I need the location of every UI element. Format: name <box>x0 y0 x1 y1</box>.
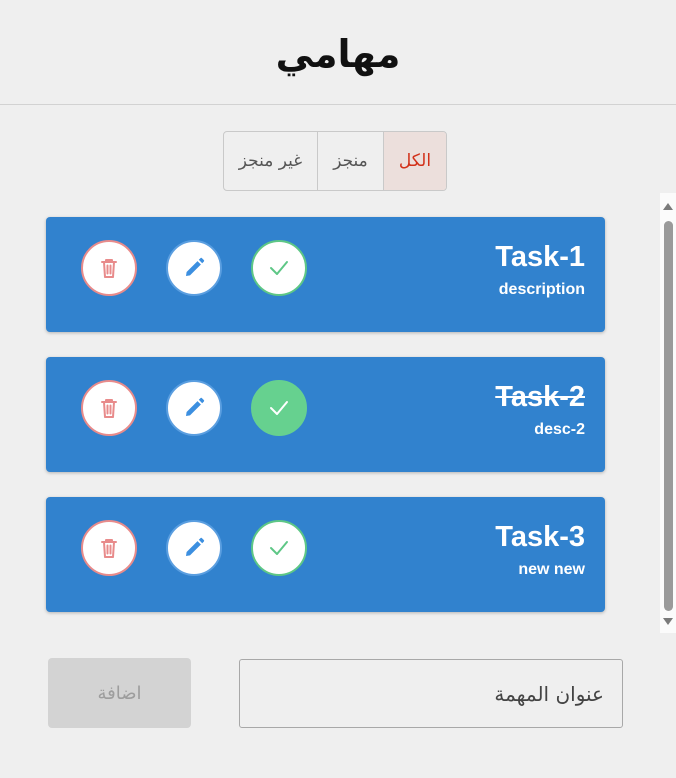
check-icon <box>270 261 288 275</box>
trash-icon <box>101 259 117 278</box>
edit-button[interactable] <box>166 240 222 296</box>
filter-not-done-button[interactable]: غير منجز <box>224 132 318 190</box>
app-header: مهامي <box>0 0 676 105</box>
task-description: new new <box>518 561 585 578</box>
filter-done-button[interactable]: منجز <box>318 132 384 190</box>
delete-button[interactable] <box>81 520 137 576</box>
delete-button[interactable] <box>81 240 137 296</box>
pencil-icon <box>186 257 205 276</box>
edit-button[interactable] <box>166 380 222 436</box>
complete-button[interactable] <box>251 380 307 436</box>
task-title: Task-2 <box>495 381 585 413</box>
check-icon <box>270 541 288 555</box>
task-description: desc-2 <box>534 421 585 438</box>
add-task-button[interactable]: اضافة <box>48 658 191 728</box>
page-title: مهامي <box>275 32 401 76</box>
task-card: Task-3 new new <box>46 497 605 612</box>
filter-all-button[interactable]: الكل <box>384 132 446 190</box>
task-card: Task-1 description <box>46 217 605 332</box>
edit-button[interactable] <box>166 520 222 576</box>
pencil-icon <box>186 397 205 416</box>
trash-icon <box>101 539 117 558</box>
task-list-scrollbar[interactable] <box>660 193 676 633</box>
trash-icon <box>101 399 117 418</box>
complete-button[interactable] <box>251 240 307 296</box>
complete-button[interactable] <box>251 520 307 576</box>
scroll-down-arrow-icon[interactable] <box>663 618 673 625</box>
scroll-thumb[interactable] <box>664 221 673 611</box>
check-icon <box>270 401 288 415</box>
pencil-icon <box>186 537 205 556</box>
task-card: Task-2 desc-2 <box>46 357 605 472</box>
scroll-up-arrow-icon[interactable] <box>663 203 673 210</box>
task-title: Task-3 <box>495 521 585 553</box>
task-title-input[interactable] <box>239 659 623 728</box>
task-description: description <box>498 281 585 298</box>
filter-group: غير منجز منجز الكل <box>223 131 447 191</box>
delete-button[interactable] <box>81 380 137 436</box>
task-title: Task-1 <box>495 241 585 273</box>
